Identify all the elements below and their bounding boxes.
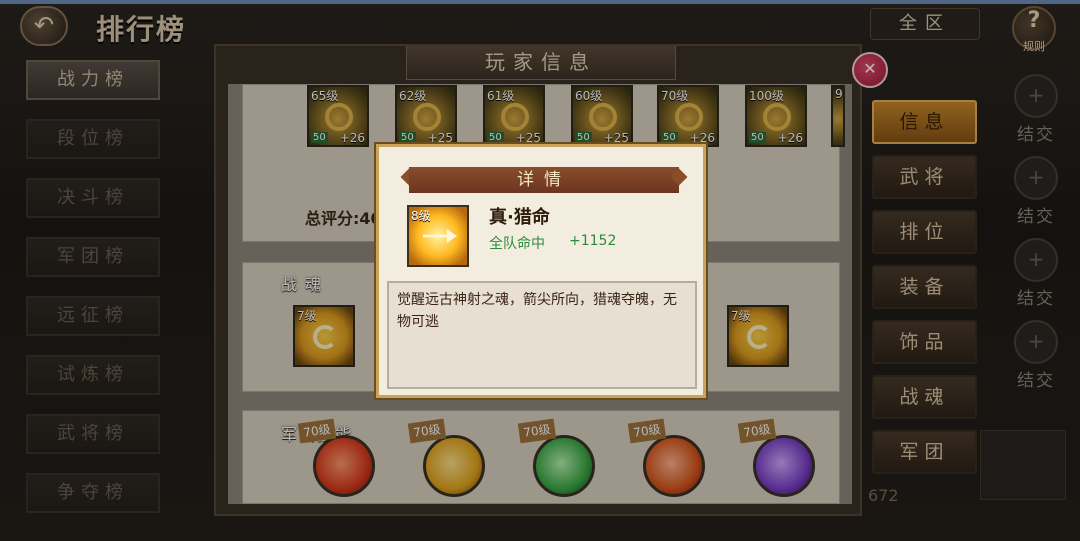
refine-badge: 50 xyxy=(749,132,766,143)
stat-label: 全队命中 xyxy=(489,236,545,252)
page-title: 排行榜 xyxy=(96,13,187,46)
soul-level: 7级 xyxy=(297,309,317,323)
equipment-level: 61级 xyxy=(487,89,515,103)
add-friend-icon: + xyxy=(1014,156,1058,200)
description-box: 觉醒远古神射之魂，箭尖所向，猎魂夺魄，无物可逃 xyxy=(387,281,697,389)
refine-badge: 50 xyxy=(399,132,416,143)
legion-skill-icon[interactable] xyxy=(423,435,485,497)
legion-skill-icon[interactable] xyxy=(643,435,705,497)
equipment-level: 70级 xyxy=(661,89,689,103)
enhance-level: +26 xyxy=(777,131,803,145)
enhance-level: +25 xyxy=(515,131,541,145)
modal-title: 详情 xyxy=(409,167,679,193)
rules-label: 规则 xyxy=(1023,40,1045,53)
befriend-label: 结交 xyxy=(1017,207,1055,227)
tab-accessories[interactable]: 饰品 xyxy=(872,320,977,364)
war-soul-slot[interactable]: 7级 xyxy=(293,305,355,367)
refine-badge: 50 xyxy=(311,132,328,143)
ring-icon xyxy=(501,103,529,131)
player-detail-tabs: 信息 武将 排位 装备 饰品 战魂 军团 xyxy=(872,100,977,485)
enhance-level: +25 xyxy=(603,131,629,145)
soul-level: 8级 xyxy=(411,209,431,223)
refine-badge: 50 xyxy=(575,132,592,143)
tab-general[interactable]: 武将榜 xyxy=(26,414,160,454)
friend-entry[interactable]: + 结交 xyxy=(1006,238,1066,320)
war-soul-slot[interactable]: 7级 xyxy=(727,305,789,367)
ring-icon xyxy=(675,103,703,131)
equipment-slot[interactable]: 65级 50 +26 xyxy=(307,85,369,147)
war-soul-label: 战魂 xyxy=(281,275,330,294)
tab-contest[interactable]: 争夺榜 xyxy=(26,473,160,513)
legion-skill-icon[interactable] xyxy=(753,435,815,497)
legion-skill-icon[interactable] xyxy=(313,435,375,497)
refine-badge: 50 xyxy=(487,132,504,143)
panel-title: 玩家信息 xyxy=(406,46,676,80)
enhance-level: +26 xyxy=(689,131,715,145)
ring-icon xyxy=(413,103,441,131)
equipment-level: 9 xyxy=(835,87,843,101)
equipment-level: 62级 xyxy=(399,89,427,103)
tab-war-soul[interactable]: 战魂 xyxy=(872,375,977,419)
add-friend-icon: + xyxy=(1014,74,1058,118)
background-panel xyxy=(980,430,1066,500)
refine-badge: 50 xyxy=(661,132,678,143)
befriend-label: 结交 xyxy=(1017,125,1055,145)
friend-entry[interactable]: + 结交 xyxy=(1006,74,1066,156)
background-number: 672 xyxy=(868,486,899,505)
back-button[interactable]: ↶ xyxy=(20,6,68,46)
add-friend-icon: + xyxy=(1014,320,1058,364)
befriend-label: 结交 xyxy=(1017,289,1055,309)
tab-expedition[interactable]: 远征榜 xyxy=(26,296,160,336)
ring-icon xyxy=(589,103,617,131)
friend-list: + 结交 + 结交 + 结交 + 结交 xyxy=(1006,74,1066,402)
tab-info[interactable]: 信息 xyxy=(872,100,977,144)
equipment-level: 60级 xyxy=(575,89,603,103)
soul-swirl-icon xyxy=(313,325,337,349)
soul-level: 7级 xyxy=(731,309,751,323)
tab-legion[interactable]: 军团榜 xyxy=(26,237,160,277)
enhance-level: +25 xyxy=(427,131,453,145)
equipment-level: 100级 xyxy=(749,89,784,103)
befriend-label: 结交 xyxy=(1017,371,1055,391)
tab-equipment[interactable]: 装备 xyxy=(872,265,977,309)
add-friend-icon: + xyxy=(1014,238,1058,282)
ring-icon xyxy=(763,103,791,131)
equipment-slot[interactable]: 60级 50 +25 xyxy=(571,85,633,147)
war-soul-icon: 8级 xyxy=(407,205,469,267)
region-selector[interactable]: 全区 xyxy=(870,8,980,40)
equipment-slot[interactable]: 70级 50 +26 xyxy=(657,85,719,147)
arrow-icon xyxy=(423,229,457,243)
stat-value: +1152 xyxy=(569,233,617,249)
equipment-slot[interactable]: 61级 50 +25 xyxy=(483,85,545,147)
window-frame xyxy=(0,0,1080,4)
tab-legion-info[interactable]: 军团 xyxy=(872,430,977,474)
tab-power[interactable]: 战力榜 xyxy=(26,60,160,100)
back-arrow-icon: ↶ xyxy=(33,11,55,39)
equipment-slot[interactable]: 62级 50 +25 xyxy=(395,85,457,147)
soul-description: 觉醒远古神射之魂，箭尖所向，猎魂夺魄，无物可逃 xyxy=(397,292,677,330)
legion-skill-section: 军团技能 70级 70级 70级 70级 70级 xyxy=(242,410,840,504)
enhance-level: +26 xyxy=(339,131,365,145)
rank-tabs: 战力榜 段位榜 决斗榜 军团榜 远征榜 试炼榜 武将榜 争夺榜 xyxy=(26,60,160,532)
tab-duel[interactable]: 决斗榜 xyxy=(26,178,160,218)
soul-name: 真·猎命 xyxy=(489,207,550,228)
tab-ranking[interactable]: 排位 xyxy=(872,210,977,254)
friend-entry[interactable]: + 结交 xyxy=(1006,156,1066,238)
equipment-slot[interactable]: 100级 50 +26 xyxy=(745,85,807,147)
ring-icon xyxy=(325,103,353,131)
soul-swirl-icon xyxy=(747,325,771,349)
tab-rank[interactable]: 段位榜 xyxy=(26,119,160,159)
legion-skill-icon[interactable] xyxy=(533,435,595,497)
equipment-level: 65级 xyxy=(311,89,339,103)
question-icon: ? xyxy=(1027,8,1041,33)
equipment-row: 65级 50 +26 62级 50 +25 61级 50 +25 60级 50 … xyxy=(291,85,851,147)
close-icon[interactable]: ✕ xyxy=(852,52,888,88)
total-score: 总评分:40 xyxy=(305,209,382,228)
equipment-slot[interactable]: 9 xyxy=(831,85,845,147)
detail-modal: 详情 8级 真·猎命 全队命中 +1152 觉醒远古神射之魂，箭尖所向，猎魂夺魄… xyxy=(376,144,706,398)
rules-button[interactable]: ? 规则 xyxy=(1012,6,1056,53)
tab-trial[interactable]: 试炼榜 xyxy=(26,355,160,395)
tab-generals[interactable]: 武将 xyxy=(872,155,977,199)
friend-entry[interactable]: + 结交 xyxy=(1006,320,1066,402)
